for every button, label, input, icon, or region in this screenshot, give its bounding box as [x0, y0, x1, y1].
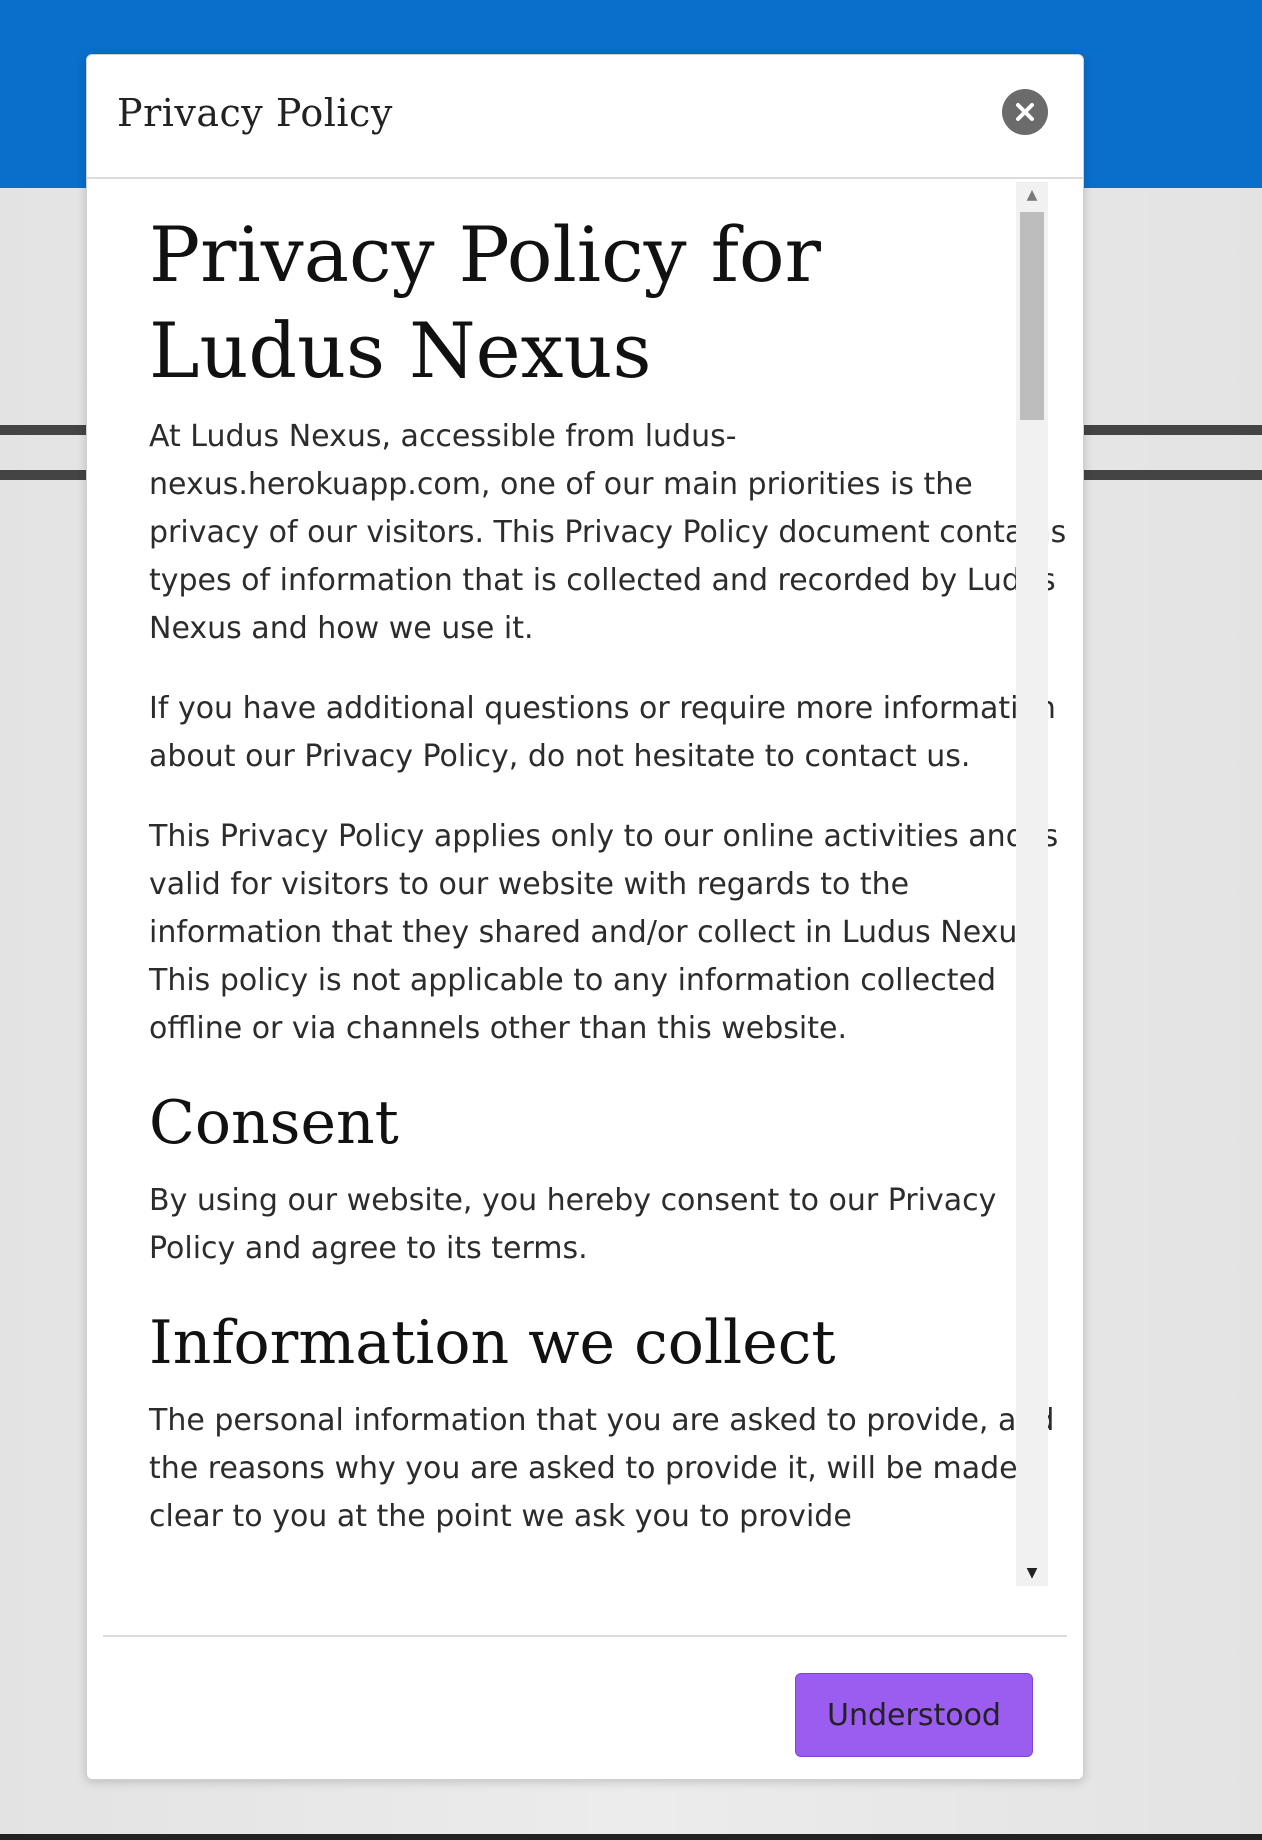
section-heading-information: Information we collect	[149, 1308, 836, 1378]
section-paragraph: The personal information that you are as…	[149, 1403, 1055, 1534]
document-title: Privacy Policy for Ludus Nexus	[149, 210, 821, 395]
intro-paragraph: If you have additional questions or requ…	[149, 691, 1056, 774]
modal-body[interactable]: Privacy Policy for Ludus Nexus At Ludus …	[87, 179, 1083, 1635]
scroll-down-arrow-icon[interactable]: ▼	[1016, 1560, 1048, 1586]
modal-title: Privacy Policy	[117, 91, 393, 135]
scroll-thumb[interactable]	[1020, 212, 1044, 420]
section-heading-consent: Consent	[149, 1088, 399, 1158]
close-icon	[1016, 103, 1034, 121]
understood-button[interactable]: Understood	[795, 1673, 1033, 1757]
policy-content: Privacy Policy for Ludus Nexus At Ludus …	[149, 207, 1069, 1573]
scrollbar[interactable]: ▲ ▼	[1016, 182, 1048, 1586]
scroll-up-arrow-icon[interactable]: ▲	[1016, 182, 1048, 208]
close-button[interactable]	[1002, 89, 1048, 135]
privacy-policy-modal: Privacy Policy Privacy Policy for Ludus …	[86, 54, 1084, 1780]
intro-paragraph: At Ludus Nexus, accessible from ludus-ne…	[149, 419, 1067, 646]
section-paragraph: By using our website, you hereby consent…	[149, 1183, 997, 1266]
intro-paragraph: This Privacy Policy applies only to our …	[149, 819, 1059, 1046]
modal-footer: Understood	[103, 1635, 1067, 1779]
modal-header: Privacy Policy	[87, 55, 1083, 179]
bottom-bar	[0, 1834, 1262, 1840]
